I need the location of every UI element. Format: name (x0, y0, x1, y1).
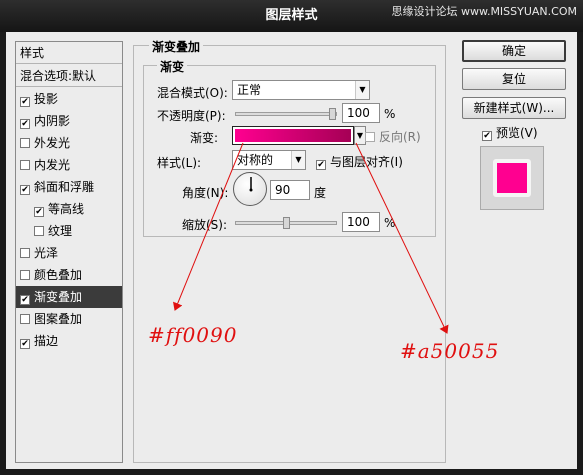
arrow-left (173, 142, 244, 311)
annotation-start-color: #ff0090 (148, 323, 238, 347)
arrow-right (355, 142, 449, 334)
annotation-end-color: #a50055 (400, 339, 500, 363)
annotation-arrows (173, 142, 449, 334)
